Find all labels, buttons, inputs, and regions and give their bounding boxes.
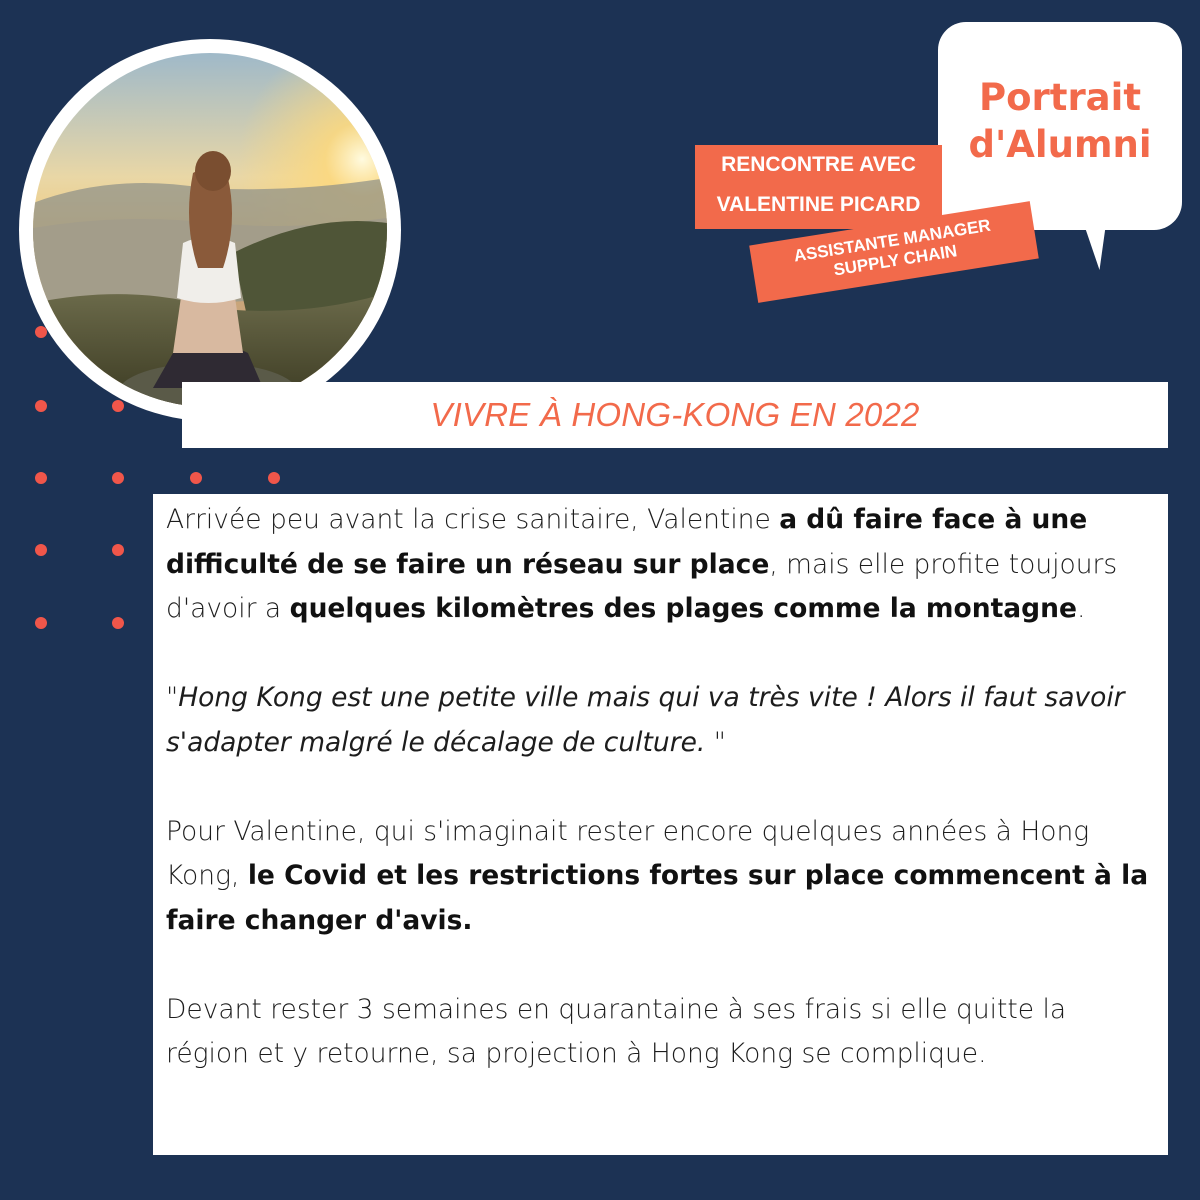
paragraph-arrival: Arrivée peu avant la crise sanitaire, Va… xyxy=(166,498,1156,632)
text-span: Arrivée peu avant la crise sanitaire, Va… xyxy=(166,504,780,535)
text-span: . xyxy=(1076,593,1086,624)
quote-mark: " xyxy=(166,682,179,713)
decor-dot xyxy=(35,326,47,338)
decor-dot xyxy=(35,544,47,556)
quote-text: Hong Kong est une petite ville mais qui … xyxy=(166,682,1125,758)
decor-dot xyxy=(35,400,47,412)
decor-dot xyxy=(112,617,124,629)
section-title: VIVRE À HONG-KONG EN 2022 xyxy=(430,396,920,433)
name-tag: RENCONTRE AVEC VALENTINE PICARD xyxy=(695,145,942,229)
decor-dot xyxy=(112,544,124,556)
decor-dot xyxy=(35,472,47,484)
article-text: Arrivée peu avant la crise sanitaire, Va… xyxy=(166,498,1156,1121)
paragraph-quarantine: Devant rester 3 semaines en quarantaine … xyxy=(166,988,1156,1077)
bold-span: quelques kilomètres des plages comme la … xyxy=(289,593,1077,624)
paragraph-quote: "Hong Kong est une petite ville mais qui… xyxy=(166,676,1156,765)
decor-dot xyxy=(268,472,280,484)
portrait-title-line1: Portrait xyxy=(978,76,1142,119)
portrait-photo xyxy=(33,53,387,407)
quote-mark: " xyxy=(713,726,726,758)
decor-dot xyxy=(112,400,124,412)
decor-dot xyxy=(190,472,202,484)
bold-span: le Covid et les restrictions fortes sur … xyxy=(166,860,1149,936)
decor-dot xyxy=(35,617,47,629)
text-span: Devant rester 3 semaines en quarantaine … xyxy=(166,993,1067,1070)
paragraph-covid: Pour Valentine, qui s'imaginait rester e… xyxy=(166,810,1156,944)
decor-dot xyxy=(112,472,124,484)
name-tag-line2: VALENTINE PICARD xyxy=(716,193,921,216)
portrait-title: Portrait d'Alumni xyxy=(938,74,1182,168)
portrait-title-line2: d'Alumni xyxy=(968,123,1152,166)
name-tag-line1: RENCONTRE AVEC xyxy=(721,153,916,176)
